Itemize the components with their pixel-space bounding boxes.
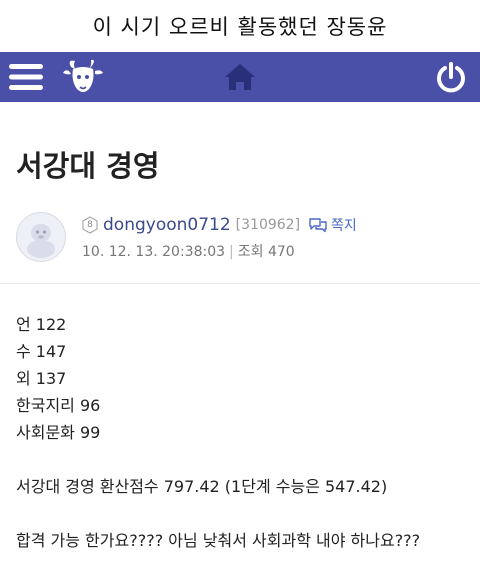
score-line: 한국지리 96 [16, 396, 101, 415]
power-icon[interactable] [432, 59, 470, 95]
goat-logo-icon[interactable] [60, 57, 106, 97]
hamburger-menu-icon[interactable] [6, 60, 46, 94]
home-icon[interactable] [222, 60, 258, 94]
author-avatar[interactable] [16, 212, 66, 262]
level-badge: 8 [82, 216, 98, 234]
image-caption: 이 시기 오르비 활동했던 장동윤 [92, 15, 388, 39]
score-line: 수 147 [16, 342, 67, 361]
send-message-label: 쪽지 [331, 218, 357, 234]
level-number: 8 [87, 220, 93, 230]
post-body: 언 122 수 147 외 137 한국지리 96 사회문화 99 서강대 경영… [16, 311, 471, 554]
author-username[interactable]: dongyoon0712 [103, 215, 231, 235]
author-user-number: [310962] [235, 217, 301, 233]
score-line: 외 137 [16, 369, 67, 388]
header-divider [0, 283, 480, 284]
chat-bubble-icon [309, 218, 327, 233]
score-line: 언 122 [16, 315, 67, 334]
author-line: 8 dongyoon0712 [310962] 쪽지 [82, 214, 357, 236]
views-count: 470 [267, 244, 295, 260]
top-navbar [0, 52, 480, 102]
score-line: 사회문화 99 [16, 423, 101, 442]
converted-score-line: 서강대 경영 환산점수 797.42 (1단계 수능은 547.42) [16, 477, 388, 496]
meta-separator: | [229, 244, 234, 260]
post-datetime: 10. 12. 13. 20:38:03 [82, 244, 226, 260]
post-meta: 10. 12. 13. 20:38:03 | 조회 470 [82, 241, 295, 261]
views-label: 조회 [237, 244, 264, 260]
question-line: 합격 가능 한가요???? 아님 낮춰서 사회과학 내야 하나요??? [16, 531, 421, 550]
send-message-button[interactable]: 쪽지 [308, 215, 357, 235]
post-title: 서강대 경영 [16, 149, 160, 183]
